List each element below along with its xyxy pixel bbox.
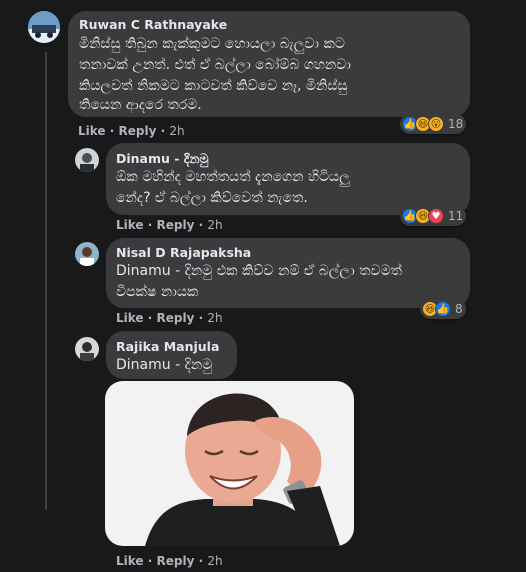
comment-rajika: Rajika Manjula Dinamu - දිනමු Like · Rep… xyxy=(0,0,526,572)
separator: · xyxy=(194,554,208,568)
avatar[interactable] xyxy=(75,337,99,361)
avatar-image xyxy=(75,337,99,361)
comment-actions: Like · Reply · 2h xyxy=(116,554,223,568)
comment-author[interactable]: Rajika Manjula xyxy=(116,339,219,354)
separator: · xyxy=(143,554,157,568)
laughing-man-photo xyxy=(105,381,354,546)
comment-photo[interactable] xyxy=(105,381,354,546)
timestamp[interactable]: 2h xyxy=(207,554,222,568)
reply-link[interactable]: Reply xyxy=(156,554,194,568)
mention-link[interactable]: Dinamu - දිනමු xyxy=(116,355,212,376)
like-link[interactable]: Like xyxy=(116,554,144,568)
